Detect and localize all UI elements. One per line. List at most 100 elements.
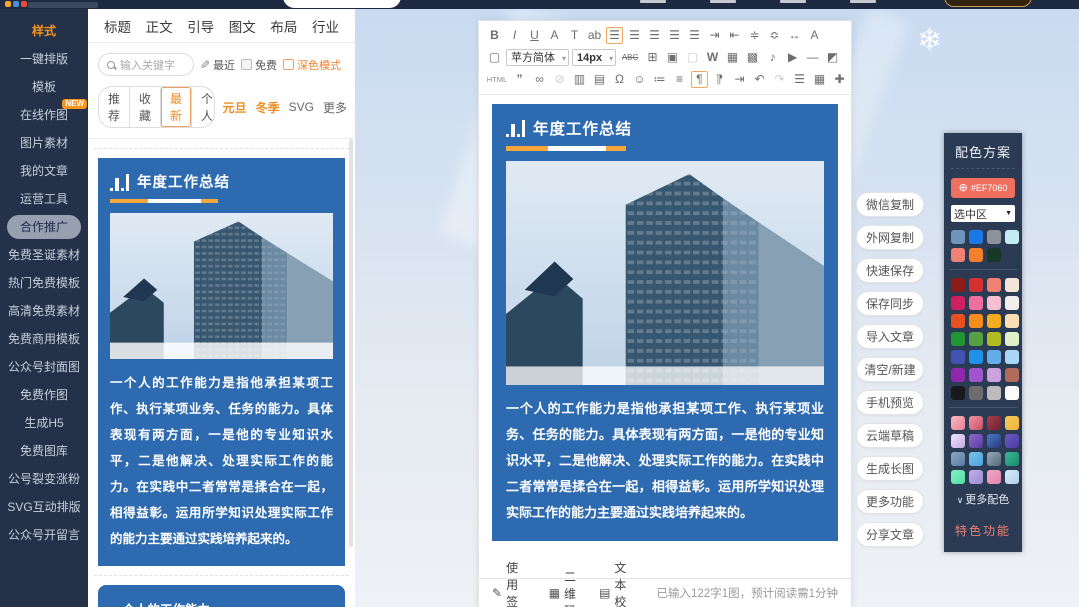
sidebar-item-open-comments[interactable]: 公众号开留言 xyxy=(0,521,88,549)
color-swatch[interactable] xyxy=(987,452,1001,466)
color-swatch[interactable] xyxy=(969,452,983,466)
paragraph-spacing-icon[interactable]: ≎ xyxy=(766,27,783,44)
image-border-icon[interactable]: ▣ xyxy=(664,49,681,66)
color-swatch[interactable] xyxy=(951,386,965,400)
tab-body[interactable]: 正文 xyxy=(146,16,173,36)
proofread-button[interactable]: ▤ 文本校对 xyxy=(599,559,636,607)
divider-line-icon[interactable]: — xyxy=(804,49,821,66)
color-swatch[interactable] xyxy=(1005,434,1019,448)
sidebar-item-my-articles[interactable]: 我的文章 xyxy=(0,157,88,185)
template-card[interactable]: 年度工作总结 一个人的工作能力是指他承担某项工作、执行某项业务、任务的能力。具体… xyxy=(98,158,345,566)
wechat-copy-button[interactable]: 微信复制 xyxy=(856,192,924,217)
color-swatch[interactable] xyxy=(1005,470,1019,484)
color-swatch[interactable] xyxy=(969,434,983,448)
table-icon[interactable]: ⊞ xyxy=(644,49,661,66)
tab-guide[interactable]: 引导 xyxy=(187,16,214,36)
color-swatch[interactable] xyxy=(951,332,965,346)
sidebar-item-free-gallery[interactable]: 免费图库 xyxy=(0,437,88,465)
filter-personal[interactable]: 个人 xyxy=(191,87,214,127)
align-right-icon[interactable]: ☰ xyxy=(646,27,663,44)
sidebar-item-fission-growth[interactable]: 公号裂变涨粉 xyxy=(0,465,88,493)
color-swatch[interactable] xyxy=(1005,314,1019,328)
color-swatch[interactable] xyxy=(987,296,1001,310)
color-swatch[interactable] xyxy=(969,314,983,328)
sidebar-item-free-commercial[interactable]: 免费商用模板 xyxy=(0,325,88,353)
tab-layout[interactable]: 布局 xyxy=(270,16,297,36)
free-checkbox[interactable]: 免费 xyxy=(241,57,277,73)
sidebar-item-hot-free-templates[interactable]: 热门免费模板 xyxy=(0,269,88,297)
color-swatch[interactable] xyxy=(951,452,965,466)
color-swatch[interactable] xyxy=(987,278,1001,292)
color-swatch[interactable] xyxy=(951,296,965,310)
sidebar-item-free-drawing[interactable]: 免费作图 xyxy=(0,381,88,409)
color-swatch[interactable] xyxy=(987,350,1001,364)
tag-winter[interactable]: 冬季 xyxy=(256,99,280,116)
tab-image-text[interactable]: 图文 xyxy=(229,16,256,36)
tab-title[interactable]: 标题 xyxy=(104,16,131,36)
color-swatch[interactable] xyxy=(987,434,1001,448)
color-swatch[interactable] xyxy=(987,248,1001,262)
rtl-paragraph-icon[interactable]: ¶ xyxy=(711,71,728,88)
letter-spacing-icon[interactable]: ↔ xyxy=(786,27,803,44)
color-swatch[interactable] xyxy=(969,230,983,244)
filter-newest[interactable]: 最新 xyxy=(160,87,191,127)
color-swatch[interactable] xyxy=(987,386,1001,400)
topbar-nav-item[interactable] xyxy=(710,0,736,3)
color-swatch[interactable] xyxy=(969,350,983,364)
columns-icon[interactable]: ▥ xyxy=(571,71,588,88)
html-source-icon[interactable]: HTML xyxy=(486,71,508,88)
word-import-icon[interactable]: W xyxy=(704,49,721,66)
editor-canvas[interactable]: 年度工作总结 一个人的工作能力是指他承担某项工作、执行某项业务、任务的能力。具体… xyxy=(479,95,851,550)
color-swatch[interactable] xyxy=(969,386,983,400)
sidebar-item-online-drawing[interactable]: 在线作图 NEW xyxy=(0,99,88,129)
first-line-indent-icon[interactable]: ⇥ xyxy=(731,71,748,88)
sidebar-item-svg-interactive[interactable]: SVG互动排版 xyxy=(0,493,88,521)
redo-icon[interactable]: ↷ xyxy=(771,71,788,88)
color-swatch[interactable] xyxy=(1005,296,1019,310)
font-size-select[interactable]: 14px xyxy=(572,49,617,66)
text-style-icon[interactable]: T xyxy=(566,27,583,44)
align-menu-icon[interactable]: ☰ xyxy=(791,71,808,88)
color-swatch[interactable] xyxy=(969,416,983,430)
color-swatch[interactable] xyxy=(951,368,965,382)
move-icon[interactable]: ✚ xyxy=(831,71,844,88)
link-icon[interactable]: ∞ xyxy=(531,71,548,88)
long-image-button[interactable]: 生成长图 xyxy=(856,456,924,481)
sidebar-item-account-cover[interactable]: 公众号封面图 xyxy=(0,353,88,381)
color-swatch[interactable] xyxy=(1005,332,1019,346)
qrcode-button[interactable]: ▦ 二维码 xyxy=(549,559,579,607)
image-tool-icon[interactable]: ▦ xyxy=(811,71,828,88)
save-sync-button[interactable]: 保存同步 xyxy=(856,291,924,316)
music-icon[interactable]: ♪ xyxy=(764,49,781,66)
color-swatch[interactable] xyxy=(951,230,965,244)
unlink-icon[interactable]: ⊘ xyxy=(551,71,568,88)
new-document-icon[interactable]: ▢ xyxy=(486,49,503,66)
topbar-nav-item[interactable] xyxy=(640,0,666,3)
align-left-icon[interactable]: ☰ xyxy=(606,27,623,44)
topbar-nav-item[interactable] xyxy=(780,0,806,3)
bold-icon[interactable]: B xyxy=(486,27,503,44)
topbar-search-input[interactable] xyxy=(283,0,401,8)
color-swatch[interactable] xyxy=(987,368,1001,382)
sidebar-item-styles[interactable]: 样式 xyxy=(0,17,88,45)
extranet-copy-button[interactable]: 外网复制 xyxy=(856,225,924,250)
sidebar-item-cooperation[interactable]: 合作推广 xyxy=(7,215,81,239)
color-swatch[interactable] xyxy=(951,350,965,364)
align-distribute-icon[interactable]: ☰ xyxy=(686,27,703,44)
color-swatch[interactable] xyxy=(987,416,1001,430)
color-swatch[interactable] xyxy=(969,278,983,292)
color-swatch[interactable] xyxy=(987,470,1001,484)
image-disabled-icon[interactable]: ▢ xyxy=(684,49,701,66)
sidebar-item-operation-tools[interactable]: 运营工具 xyxy=(0,185,88,213)
region-select[interactable]: 选中区 ▼ xyxy=(951,205,1015,222)
signature-button[interactable]: ✎ 使用签名 xyxy=(492,559,529,607)
bullet-list-icon[interactable]: ≔ xyxy=(651,71,668,88)
panel-scrollbar[interactable] xyxy=(349,139,353,547)
color-swatch[interactable] xyxy=(951,314,965,328)
sidebar-item-templates[interactable]: 模板 xyxy=(0,73,88,101)
video-icon[interactable]: ▶ xyxy=(784,49,801,66)
color-swatch[interactable] xyxy=(987,230,1001,244)
undo-icon[interactable]: ↶ xyxy=(751,71,768,88)
tag-more[interactable]: 更多 xyxy=(323,99,347,116)
indent-increase-icon[interactable]: ⇥ xyxy=(706,27,723,44)
